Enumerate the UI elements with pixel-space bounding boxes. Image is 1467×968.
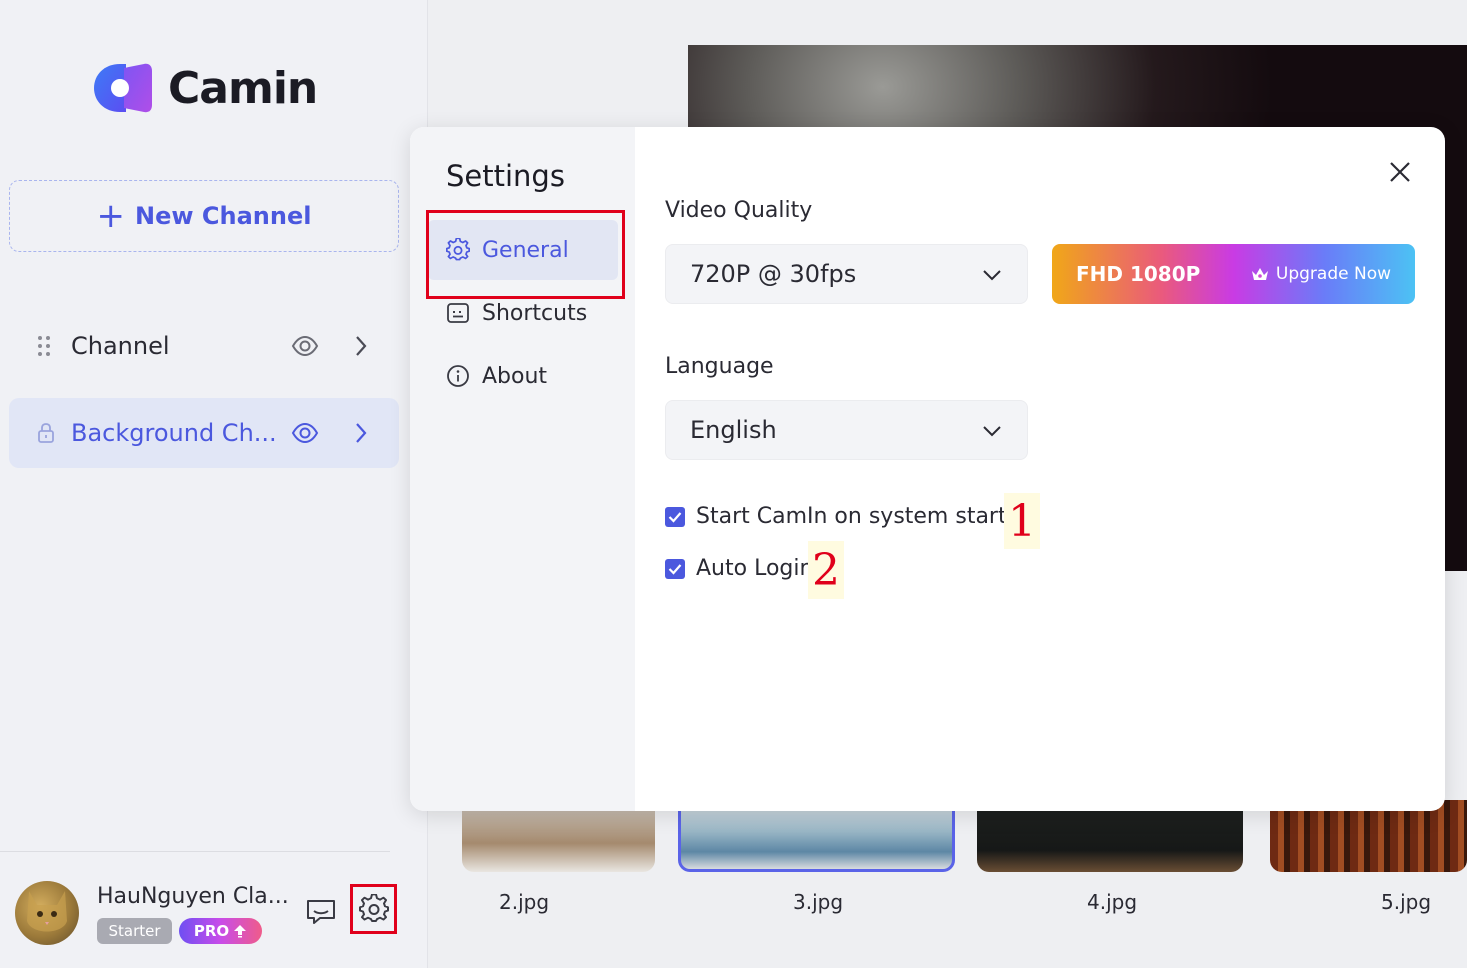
info-icon <box>447 365 469 387</box>
checkmark-icon <box>668 563 682 575</box>
nav-item-shortcuts[interactable]: Shortcuts <box>428 283 618 343</box>
pro-upgrade-badge[interactable]: PRO <box>179 918 262 944</box>
video-quality-value: 720P @ 30fps <box>690 260 857 288</box>
app-name: Camin <box>168 62 318 114</box>
fhd-quality-label: FHD 1080P <box>1076 262 1201 286</box>
settings-button[interactable] <box>350 884 397 934</box>
startup-checkbox[interactable] <box>665 506 685 527</box>
nav-label: Shortcuts <box>482 300 588 326</box>
thumbnail-label: 2.jpg <box>499 890 550 914</box>
checkmark-icon <box>668 511 682 523</box>
eye-icon[interactable] <box>291 419 319 447</box>
channel-item-selected[interactable]: Background Ch... <box>9 398 399 468</box>
user-name: HauNguyen Cla... <box>97 884 289 909</box>
app-logo: Camin <box>94 62 318 114</box>
sidebar: Camin + New Channel Channel Background C… <box>0 0 428 968</box>
nav-item-about[interactable]: About <box>428 346 618 406</box>
keyboard-icon <box>447 303 469 323</box>
channel-label: Channel <box>71 332 170 360</box>
thumbnail-label: 3.jpg <box>793 890 844 914</box>
plus-icon: + <box>96 196 126 236</box>
startup-option: Start CamIn on system startup <box>665 504 1035 529</box>
eye-icon[interactable] <box>291 332 319 360</box>
upgrade-banner[interactable]: FHD 1080P Upgrade Now <box>1052 244 1415 304</box>
chevron-down-icon <box>983 426 1001 437</box>
startup-label: Start CamIn on system startup <box>696 504 1035 529</box>
nav-label: General <box>482 237 569 263</box>
channel-item[interactable]: Channel <box>9 311 399 381</box>
language-value: English <box>690 416 777 444</box>
crown-icon <box>1251 268 1268 280</box>
background-thumbnails <box>462 800 1467 875</box>
camin-logo-icon <box>94 63 152 113</box>
new-channel-label: New Channel <box>135 202 312 230</box>
drag-handle-icon[interactable] <box>37 335 51 357</box>
settings-dialog: Settings General Shortcuts About Video Q… <box>410 127 1445 811</box>
channel-label: Background Ch... <box>71 419 277 447</box>
nav-item-general[interactable]: General <box>428 220 618 280</box>
chevron-right-icon[interactable] <box>353 420 369 446</box>
user-avatar[interactable] <box>15 881 79 945</box>
chevron-down-icon <box>983 270 1001 281</box>
annotation-marker: 1 <box>1004 493 1040 549</box>
plan-badge: Starter <box>97 918 172 944</box>
new-channel-button[interactable]: + New Channel <box>9 180 399 252</box>
pro-label: PRO <box>193 922 230 940</box>
divider <box>0 851 390 852</box>
lock-icon <box>38 423 54 443</box>
arrow-up-icon <box>234 925 247 938</box>
video-quality-label: Video Quality <box>665 198 813 223</box>
upgrade-now-button[interactable]: Upgrade Now <box>1250 264 1391 284</box>
cat-avatar-icon <box>27 891 67 932</box>
auto-login-checkbox[interactable] <box>665 558 685 579</box>
nav-label: About <box>482 363 548 389</box>
thumbnail-label: 4.jpg <box>1087 890 1138 914</box>
close-icon[interactable] <box>1386 158 1414 186</box>
language-select[interactable]: English <box>665 400 1028 460</box>
feedback-icon[interactable] <box>306 898 336 926</box>
thumbnail-label: 5.jpg <box>1381 890 1432 914</box>
video-quality-select[interactable]: 720P @ 30fps <box>665 244 1028 304</box>
gear-icon <box>358 894 389 922</box>
annotation-marker: 2 <box>808 541 844 599</box>
language-label: Language <box>665 354 774 379</box>
auto-login-label: Auto Login <box>696 556 814 581</box>
chevron-right-icon[interactable] <box>353 333 369 359</box>
auto-login-option: Auto Login <box>665 556 813 581</box>
settings-title: Settings <box>446 159 565 193</box>
gear-icon <box>446 238 470 261</box>
settings-nav: Settings General Shortcuts About <box>410 127 635 811</box>
upgrade-now-label: Upgrade Now <box>1275 264 1391 284</box>
